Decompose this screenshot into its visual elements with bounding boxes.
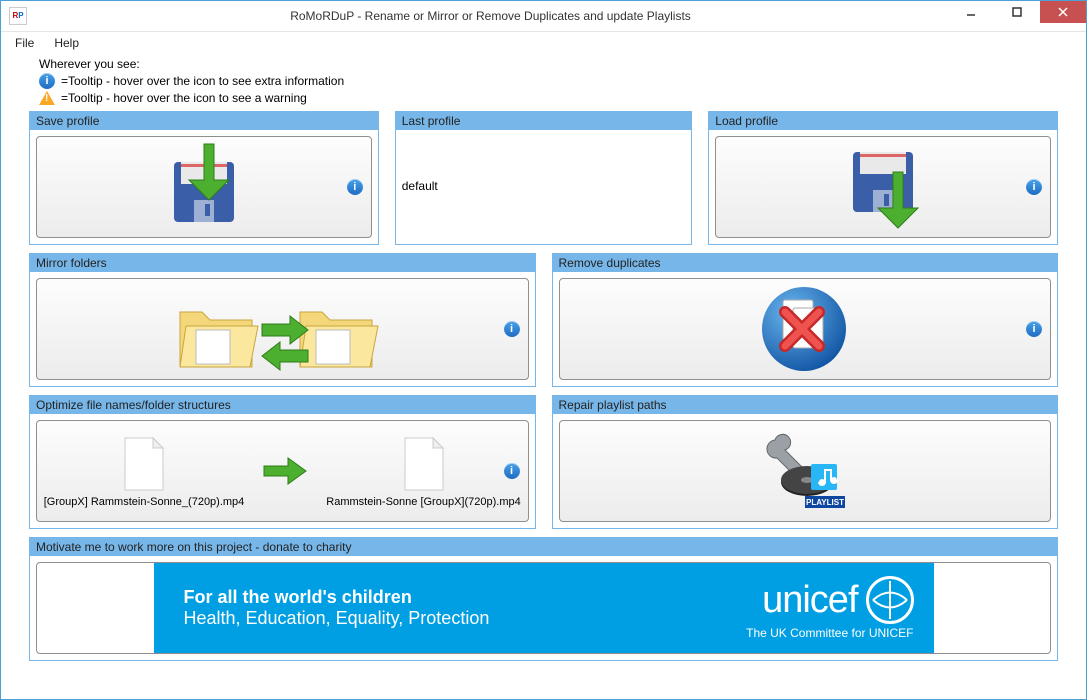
info-icon: i [504,463,520,479]
panel-header-load: Load profile [709,112,1057,130]
file-after-label: Rammstein-Sonne [GroupX](720p).mp4 [326,496,520,508]
info-icon: i [504,321,520,337]
panel-body-optimize: [GroupX] Rammstein-Sonne_(720p).mp4 [30,420,535,522]
unicef-line1: For all the world's children [184,587,490,608]
panel-header-optimize: Optimize file names/folder structures [30,396,535,414]
app-icon: RP [9,7,27,25]
file-before-icon [119,434,169,494]
panel-remove-duplicates: Remove duplicates i [552,253,1059,387]
optimize-button[interactable]: [GroupX] Rammstein-Sonne_(720p).mp4 [36,420,529,522]
panel-header-donate: Motivate me to work more on this project… [30,538,1057,556]
panel-repair-playlist: Repair playlist paths [552,395,1059,529]
panel-body-mirror: i [30,278,535,380]
title-bar: RP RoMoRDuP - Rename or Mirror or Remove… [1,1,1086,32]
row-optimize-repair: Optimize file names/folder structures [G… [29,395,1058,529]
window-title: RoMoRDuP - Rename or Mirror or Remove Du… [33,9,948,23]
repair-playlist-icon: PLAYLIST [757,424,852,519]
row-mirror-dup: Mirror folders [29,253,1058,387]
remove-duplicates-button[interactable]: i [559,278,1052,380]
panel-header-remdup: Remove duplicates [553,254,1058,272]
window-buttons [948,1,1086,23]
panel-body-repair: PLAYLIST [553,420,1058,522]
playlist-badge-text: PLAYLIST [806,498,844,507]
menu-bar: File Help [1,32,1086,55]
file-before-label: [GroupX] Rammstein-Sonne_(720p).mp4 [44,496,245,508]
panel-header-last: Last profile [396,112,692,130]
unicef-brand: unicef The UK Comm [746,576,913,640]
unicef-text: For all the world's children Health, Edu… [184,587,490,629]
panel-header-mirror: Mirror folders [30,254,535,272]
panels-container: Save profile i [29,111,1058,661]
panel-optimize: Optimize file names/folder structures [G… [29,395,536,529]
warning-icon [39,91,55,105]
unicef-line2: Health, Education, Equality, Protection [184,608,490,629]
floppy-load-icon [838,142,928,232]
mirror-folders-button[interactable]: i [36,278,529,380]
close-button[interactable] [1040,1,1086,23]
menu-help[interactable]: Help [46,34,87,52]
minimize-icon [966,7,976,17]
remove-duplicates-icon [757,282,852,377]
minimize-button[interactable] [948,1,994,23]
panel-donate: Motivate me to work more on this project… [29,537,1058,661]
save-profile-button[interactable]: i [36,136,372,238]
file-after-icon [399,434,449,494]
panel-mirror-folders: Mirror folders [29,253,536,387]
maximize-button[interactable] [994,1,1040,23]
panel-header-save: Save profile [30,112,378,130]
application-window: RP RoMoRDuP - Rename or Mirror or Remove… [0,0,1087,700]
maximize-icon [1012,7,1022,17]
menu-file[interactable]: File [7,34,42,52]
unicef-globe-icon [866,576,914,624]
panel-body-save: i [30,136,378,238]
panel-last-profile: Last profile default [395,111,693,245]
donate-button[interactable]: For all the world's children Health, Edu… [36,562,1051,654]
panel-body-last: default [396,130,692,242]
intro-label: Wherever you see: [39,57,1058,71]
panel-save-profile: Save profile i [29,111,379,245]
info-icon: i [1026,179,1042,195]
intro-warn-text: =Tooltip - hover over the icon to see a … [61,91,307,105]
app-icon-letter-p: P [18,12,23,20]
panel-load-profile: Load profile i [708,111,1058,245]
close-icon [1058,7,1068,17]
info-icon: i [1026,321,1042,337]
unicef-banner: For all the world's children Health, Edu… [154,563,934,653]
intro-info-text: =Tooltip - hover over the icon to see ex… [61,74,344,88]
panel-body-donate: For all the world's children Health, Edu… [30,562,1057,654]
mirror-folders-icon [162,282,402,377]
load-profile-button[interactable]: i [715,136,1051,238]
info-icon: i [347,179,363,195]
unicef-wordmark: unicef [762,579,857,622]
floppy-save-icon [159,142,249,232]
panel-body-remdup: i [553,278,1058,380]
panel-body-load: i [709,136,1057,238]
intro-warn-line: =Tooltip - hover over the icon to see a … [39,91,1058,105]
content-area: Wherever you see: i =Tooltip - hover ove… [1,55,1086,699]
row-profiles: Save profile i [29,111,1058,245]
last-profile-value: default [402,179,438,193]
repair-playlist-button[interactable]: PLAYLIST [559,420,1052,522]
unicef-logo: unicef [762,576,913,624]
panel-header-repair: Repair playlist paths [553,396,1058,414]
unicef-subtitle: The UK Committee for UNICEF [746,626,913,640]
info-icon: i [39,73,55,89]
arrow-right-icon [260,456,310,486]
intro-info-line: i =Tooltip - hover over the icon to see … [39,73,1058,89]
